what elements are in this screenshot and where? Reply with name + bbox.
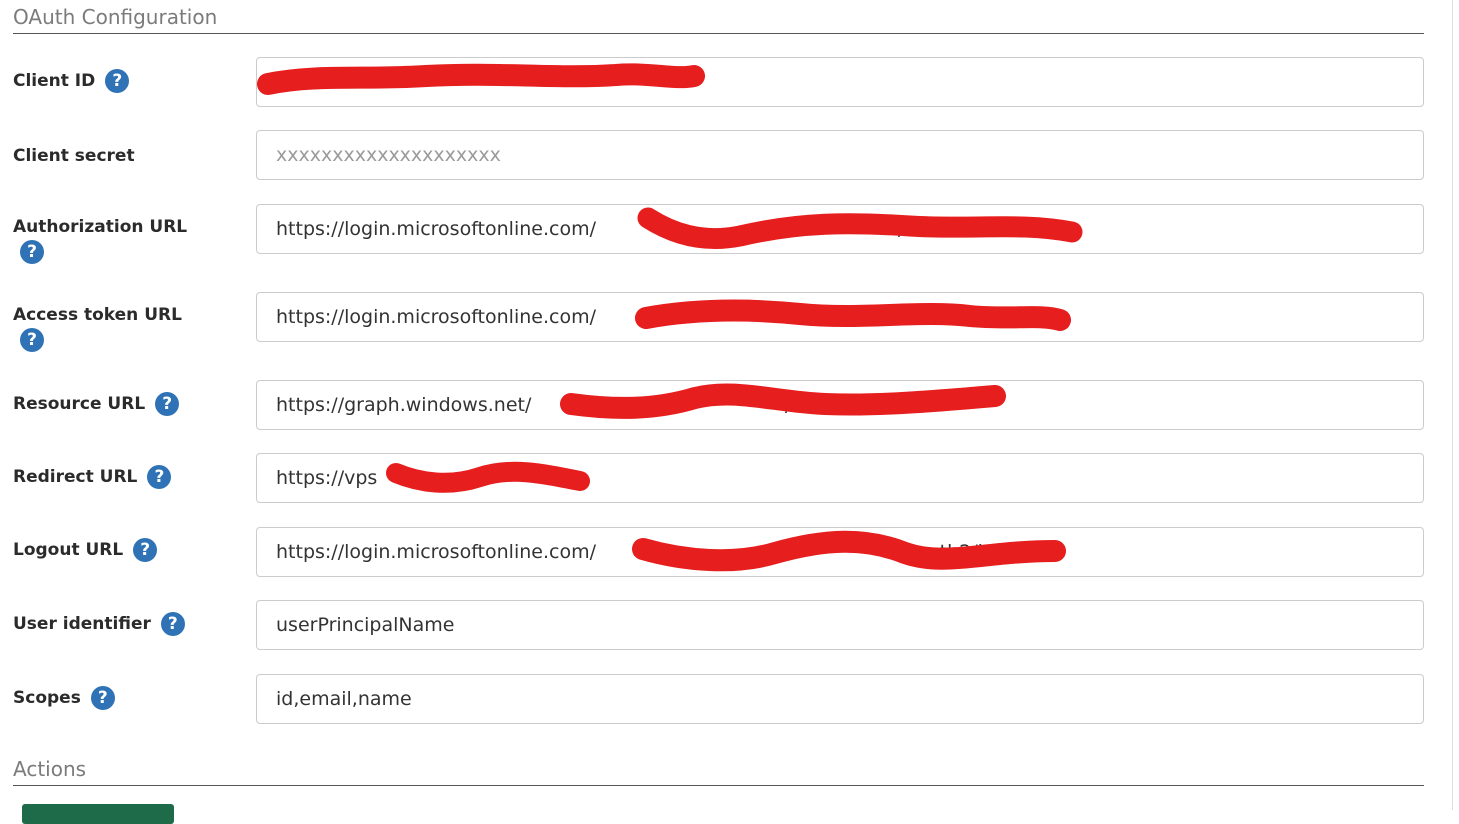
form-row-redirect-url: Redirect URL? bbox=[0, 453, 1430, 505]
client-secret-input[interactable] bbox=[256, 130, 1424, 180]
access-token-url-input[interactable] bbox=[256, 292, 1424, 342]
question-circle-icon[interactable]: ? bbox=[155, 392, 180, 416]
logout-url-input[interactable] bbox=[256, 527, 1424, 577]
form-row-resource-url: Resource URL? bbox=[0, 380, 1430, 432]
redirect-url-label: Redirect URL bbox=[13, 467, 138, 487]
form-row-client-id: Client ID? bbox=[0, 57, 1430, 109]
form-row-client-secret: Client secret bbox=[0, 130, 1430, 182]
question-circle-icon[interactable]: ? bbox=[20, 240, 44, 264]
scopes-label: Scopes bbox=[13, 688, 81, 708]
question-circle-icon[interactable]: ? bbox=[160, 612, 185, 636]
form-row-access-token-url: Access token URL ? bbox=[0, 292, 1430, 352]
action-button[interactable] bbox=[22, 804, 174, 824]
scopes-input[interactable] bbox=[256, 674, 1424, 724]
resource-url-input[interactable] bbox=[256, 380, 1424, 430]
question-circle-icon[interactable]: ? bbox=[90, 686, 115, 710]
access-token-url-label: Access token URL bbox=[13, 305, 182, 325]
user-identifier-label: User identifier bbox=[13, 614, 151, 634]
form-row-authorization-url: Authorization URL ? bbox=[0, 204, 1430, 264]
scrollbar-track[interactable] bbox=[1452, 0, 1453, 810]
question-circle-icon[interactable]: ? bbox=[133, 538, 158, 562]
resource-url-label: Resource URL bbox=[13, 394, 146, 414]
user-identifier-input[interactable] bbox=[256, 600, 1424, 650]
question-circle-icon[interactable]: ? bbox=[105, 69, 130, 93]
section-title-oauth: OAuth Configuration bbox=[13, 0, 1424, 34]
redirect-url-input[interactable] bbox=[256, 453, 1424, 503]
logout-url-label: Logout URL bbox=[13, 540, 124, 560]
form-row-user-identifier: User identifier? bbox=[0, 600, 1430, 652]
authorization-url-input[interactable] bbox=[256, 204, 1424, 254]
form-row-scopes: Scopes? bbox=[0, 674, 1430, 726]
question-circle-icon[interactable]: ? bbox=[20, 328, 44, 352]
form-row-logout-url: Logout URL? bbox=[0, 527, 1430, 579]
client-id-label: Client ID bbox=[13, 71, 96, 91]
section-title-actions: Actions bbox=[13, 752, 1424, 786]
client-secret-label: Client secret bbox=[13, 146, 135, 166]
authorization-url-label: Authorization URL bbox=[13, 217, 188, 237]
client-id-input[interactable] bbox=[256, 57, 1424, 107]
question-circle-icon[interactable]: ? bbox=[147, 465, 172, 489]
